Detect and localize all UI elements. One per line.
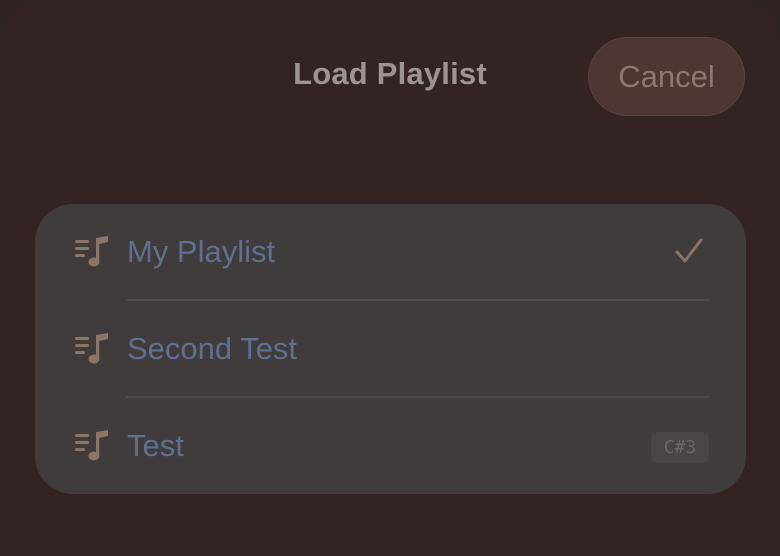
- playlist-icon: [75, 430, 109, 462]
- playlist-list: My Playlist Second Test Test C#3: [35, 204, 746, 494]
- playlist-item-test[interactable]: Test: [35, 398, 746, 494]
- playlist-icon: [75, 333, 109, 365]
- playlist-icon: [75, 236, 109, 268]
- playlist-item-label: My Playlist: [127, 234, 276, 269]
- checkmark-icon: [674, 236, 704, 266]
- playlist-item-my-playlist[interactable]: My Playlist: [35, 204, 746, 301]
- playlist-item-second-test[interactable]: Second Test: [35, 301, 746, 398]
- cancel-button[interactable]: Cancel: [588, 37, 745, 116]
- playlist-item-label: Test: [127, 428, 184, 463]
- shortcut-badge: C#3: [651, 432, 709, 463]
- playlist-item-label: Second Test: [127, 331, 298, 366]
- load-playlist-sheet: Load Playlist Cancel My Playlist Second …: [0, 0, 780, 556]
